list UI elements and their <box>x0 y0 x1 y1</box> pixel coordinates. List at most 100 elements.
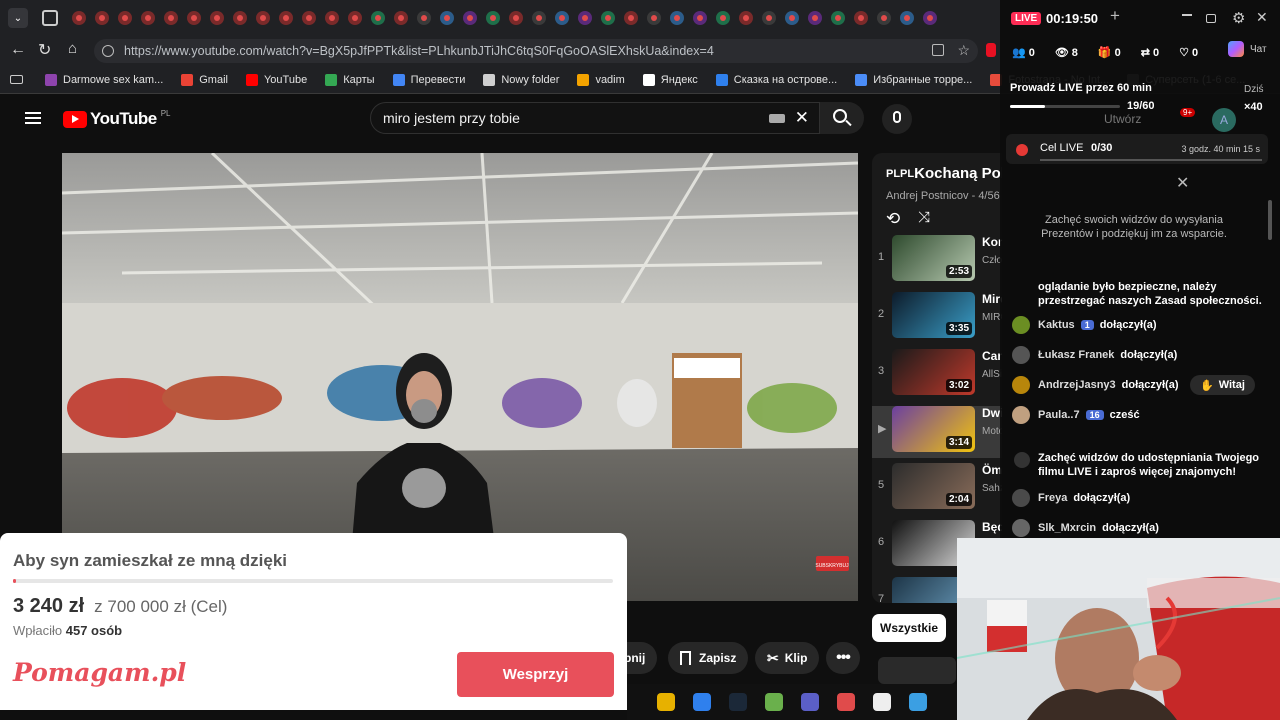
user-avatar[interactable] <box>1012 376 1030 394</box>
bookmark-item[interactable]: Darmowe sex kam... <box>45 73 163 86</box>
tab-favicon-icon[interactable] <box>463 11 477 25</box>
tab-favicon-icon[interactable] <box>95 11 109 25</box>
home-icon[interactable]: ⌂ <box>68 40 77 57</box>
tab-favicon-icon[interactable] <box>417 11 431 25</box>
tab-favicon-icon[interactable] <box>302 11 316 25</box>
voice-search-button[interactable] <box>882 104 912 134</box>
address-bar[interactable]: https://www.youtube.com/watch?v=BgX5pJfP… <box>94 39 978 63</box>
playlist-item[interactable]: ▶ 3:14 Dwie Twarze - Official Music Video M… <box>872 406 1002 458</box>
menu-icon[interactable] <box>25 112 41 124</box>
next-video-thumbnail[interactable] <box>878 657 956 684</box>
clip-button[interactable]: ✂ Klip <box>755 642 820 674</box>
playlist-item-title[interactable]: Dwie Twarze - Official Music Video <box>982 406 1002 420</box>
document-icon[interactable] <box>873 693 891 711</box>
bookmark-item[interactable]: Gmail <box>181 73 228 86</box>
tab-favicon-icon[interactable] <box>716 11 730 25</box>
site-info-icon[interactable] <box>102 45 114 57</box>
playlist-item-title[interactable]: Będziesz Silna <box>982 520 1002 534</box>
tab-favicon-icon[interactable] <box>164 11 178 25</box>
tab-favicon-icon[interactable] <box>785 11 799 25</box>
chat-username[interactable]: AndrzejJasny3 <box>1038 379 1116 391</box>
playlist-item[interactable]: 5 2:04 Ömrüm Sahzada <box>872 463 1002 515</box>
chat-message[interactable]: Slk_Mxrcin dołączył(a) <box>1012 519 1159 537</box>
add-tab-icon[interactable]: + <box>1110 6 1120 26</box>
tab-favicon-icon[interactable] <box>141 11 155 25</box>
tab-favicon-icon[interactable] <box>923 11 937 25</box>
account-avatar[interactable]: A <box>1212 108 1236 132</box>
tab-favicon-icon[interactable] <box>440 11 454 25</box>
tab-favicon-icon[interactable] <box>233 11 247 25</box>
tab-favicon-icon[interactable] <box>831 11 845 25</box>
tab-favicon-icon[interactable] <box>118 11 132 25</box>
tab-favicon-icon[interactable] <box>670 11 684 25</box>
playlist-thumbnail[interactable]: 2:53 <box>892 235 975 281</box>
reload-icon[interactable]: ↻ <box>38 40 51 60</box>
tab-favicon-icon[interactable] <box>601 11 615 25</box>
tab-favicon-icon[interactable] <box>394 11 408 25</box>
chat-username[interactable]: Freya <box>1038 492 1067 504</box>
search-box[interactable]: miro jestem przy tobie ✕ <box>370 102 820 134</box>
close-window-icon[interactable]: ✕ <box>1256 9 1268 26</box>
playlist-item-title[interactable]: Miro <box>982 292 1002 306</box>
playlist-item[interactable]: 3 3:02 Canalia - 11:11 AllSideRecordCompany <box>872 349 1002 401</box>
scrollbar[interactable] <box>1268 200 1272 240</box>
tab-favicon-icon[interactable] <box>279 11 293 25</box>
user-avatar[interactable] <box>1012 406 1030 424</box>
playlist-item-title[interactable]: Kondony z internetu <box>982 235 1002 249</box>
bookmark-star-icon[interactable]: ☆ <box>957 42 970 59</box>
tab-search-chevron-icon[interactable]: ⌄ <box>8 8 28 28</box>
bookmark-item[interactable]: YouTube <box>245 73 307 86</box>
tab-favicon-icon[interactable] <box>900 11 914 25</box>
search-input[interactable]: miro jestem przy tobie <box>383 110 520 126</box>
greet-button[interactable]: ✋ Witaj <box>1190 375 1255 395</box>
playlist-title[interactable]: Kochaną Polska <box>914 165 1002 182</box>
shuffle-icon[interactable]: ⤨ <box>918 209 930 226</box>
create-label[interactable]: Utwórz <box>1104 112 1141 126</box>
tab-favicon-icon[interactable] <box>624 11 638 25</box>
tab-favicon-icon[interactable] <box>739 11 753 25</box>
clear-search-icon[interactable]: ✕ <box>795 108 809 128</box>
tab-favicon-icon[interactable] <box>509 11 523 25</box>
bookmark-item[interactable]: Карты <box>325 73 375 86</box>
bookmark-item[interactable]: vadim <box>577 73 625 86</box>
steam-icon[interactable] <box>729 693 747 711</box>
chat-username[interactable]: Kaktus <box>1038 319 1075 331</box>
tab-favicon-icon[interactable] <box>348 11 362 25</box>
support-button[interactable]: Wesprzyj <box>457 652 614 697</box>
user-avatar[interactable] <box>1012 346 1030 364</box>
keyboard-icon[interactable] <box>769 114 785 123</box>
chat-username[interactable]: Slk_Mxrcin <box>1038 522 1096 534</box>
url-text[interactable]: https://www.youtube.com/watch?v=BgX5pJfP… <box>124 44 924 58</box>
minimize-icon[interactable] <box>1182 14 1192 16</box>
tab-favicon-icon[interactable] <box>486 11 500 25</box>
playlist-thumbnail[interactable]: 3:14 <box>892 406 975 452</box>
user-avatar[interactable] <box>1012 519 1030 537</box>
copilot-icon[interactable] <box>1228 41 1244 57</box>
game-icon[interactable] <box>765 693 783 711</box>
bookmark-item[interactable]: Сказка на острове... <box>715 73 837 86</box>
playlist-thumbnail[interactable]: 2:04 <box>892 463 975 509</box>
playlist-thumbnail[interactable]: 3:35 <box>892 292 975 338</box>
back-arrow-icon[interactable]: ← <box>10 41 26 59</box>
chat-message[interactable]: Kaktus 1 dołączył(a) <box>1012 316 1157 334</box>
user-avatar[interactable] <box>1012 489 1030 507</box>
playlist-item[interactable]: 2 3:35 Miro MIRO <box>872 292 1002 344</box>
youtube-logo[interactable]: YouTube PL <box>63 109 171 129</box>
tab-favicon-icon[interactable] <box>532 11 546 25</box>
search-button[interactable] <box>820 102 864 134</box>
playlist-item-title[interactable]: Canalia - 11:11 <box>982 349 1002 363</box>
subscribe-watermark[interactable]: SUBSKRYBUJ <box>815 563 849 569</box>
extension-icon[interactable] <box>986 43 996 57</box>
tab-favicon-icon[interactable] <box>210 11 224 25</box>
reading-list-icon[interactable] <box>10 75 23 84</box>
chat-message[interactable]: Łukasz Franek dołączył(a) <box>1012 346 1177 364</box>
teams-icon[interactable] <box>801 693 819 711</box>
edge-icon[interactable] <box>909 693 927 711</box>
tab-favicon-icon[interactable] <box>72 11 86 25</box>
chat-message[interactable]: Paula..7 16 cześć <box>1012 406 1140 424</box>
chat-username[interactable]: Paula..7 <box>1038 409 1080 421</box>
lock-icon[interactable] <box>1206 14 1216 23</box>
close-hint-icon[interactable]: ✕ <box>1176 173 1189 193</box>
playlist-item[interactable]: 1 2:53 Kondony z internetu Człowiek którego… <box>872 235 1002 287</box>
bookmark-item[interactable]: Nowy folder <box>483 73 559 86</box>
